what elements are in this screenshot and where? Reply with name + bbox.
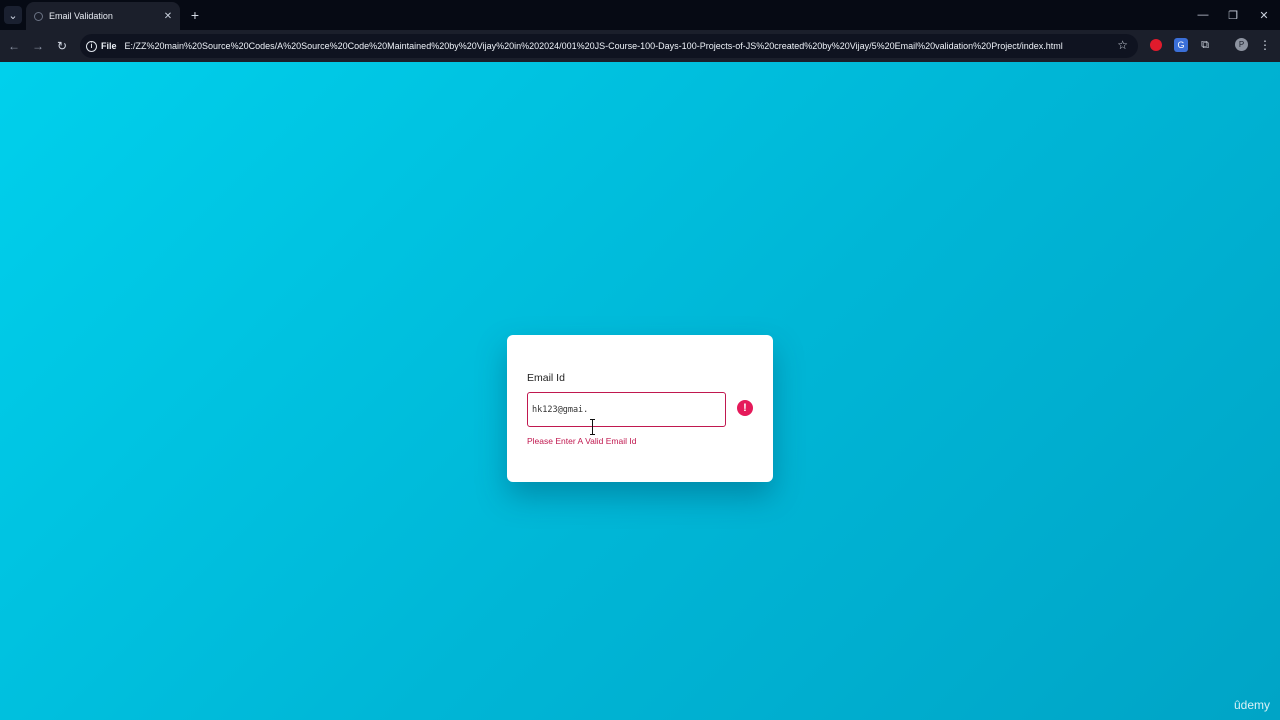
url-text[interactable]: E:/ZZ%20main%20Source%20Codes/A%20Source… [125, 41, 1110, 51]
email-form-card: Email Id ! Please Enter A Valid Email Id [507, 335, 773, 482]
udemy-watermark: ûdemy [1233, 698, 1270, 712]
forward-icon[interactable]: → [29, 37, 47, 55]
record-icon[interactable] [1150, 39, 1162, 51]
tab-title: Email Validation [49, 11, 113, 21]
tab-strip: ⌄ Email Validation ✕ + — ❐ ✕ [0, 0, 1280, 30]
back-icon[interactable]: ← [5, 37, 23, 55]
close-icon[interactable]: ✕ [160, 11, 176, 22]
translate-icon[interactable]: G [1174, 38, 1188, 52]
new-tab-button[interactable]: + [186, 6, 204, 24]
text-cursor-icon [590, 419, 595, 435]
page-viewport: Email Id ! Please Enter A Valid Email Id… [0, 62, 1280, 720]
info-icon[interactable]: i [86, 40, 97, 52]
error-message: Please Enter A Valid Email Id [527, 436, 637, 446]
menu-icon[interactable]: ⋮ [1259, 37, 1271, 53]
email-input[interactable] [527, 392, 726, 427]
restore-icon[interactable]: ❐ [1224, 6, 1242, 24]
error-icon: ! [737, 400, 753, 416]
close-window-icon[interactable]: ✕ [1255, 6, 1273, 24]
avatar[interactable]: P [1235, 38, 1248, 51]
tab-search-icon[interactable]: ⌄ [4, 6, 22, 24]
tab-email-validation[interactable]: Email Validation ✕ [26, 2, 180, 30]
extensions-icon[interactable]: ⧉ [1198, 38, 1212, 52]
minimize-icon[interactable]: — [1194, 6, 1212, 24]
star-icon[interactable]: ☆ [1117, 38, 1128, 52]
address-bar[interactable]: i File E:/ZZ%20main%20Source%20Codes/A%2… [80, 34, 1138, 58]
reload-icon[interactable]: ↻ [53, 37, 71, 55]
browser-toolbar: ← → ↻ i File E:/ZZ%20main%20Source%20Cod… [0, 30, 1280, 62]
email-label: Email Id [527, 372, 565, 384]
globe-icon [34, 11, 43, 21]
url-scheme: File [101, 41, 117, 51]
